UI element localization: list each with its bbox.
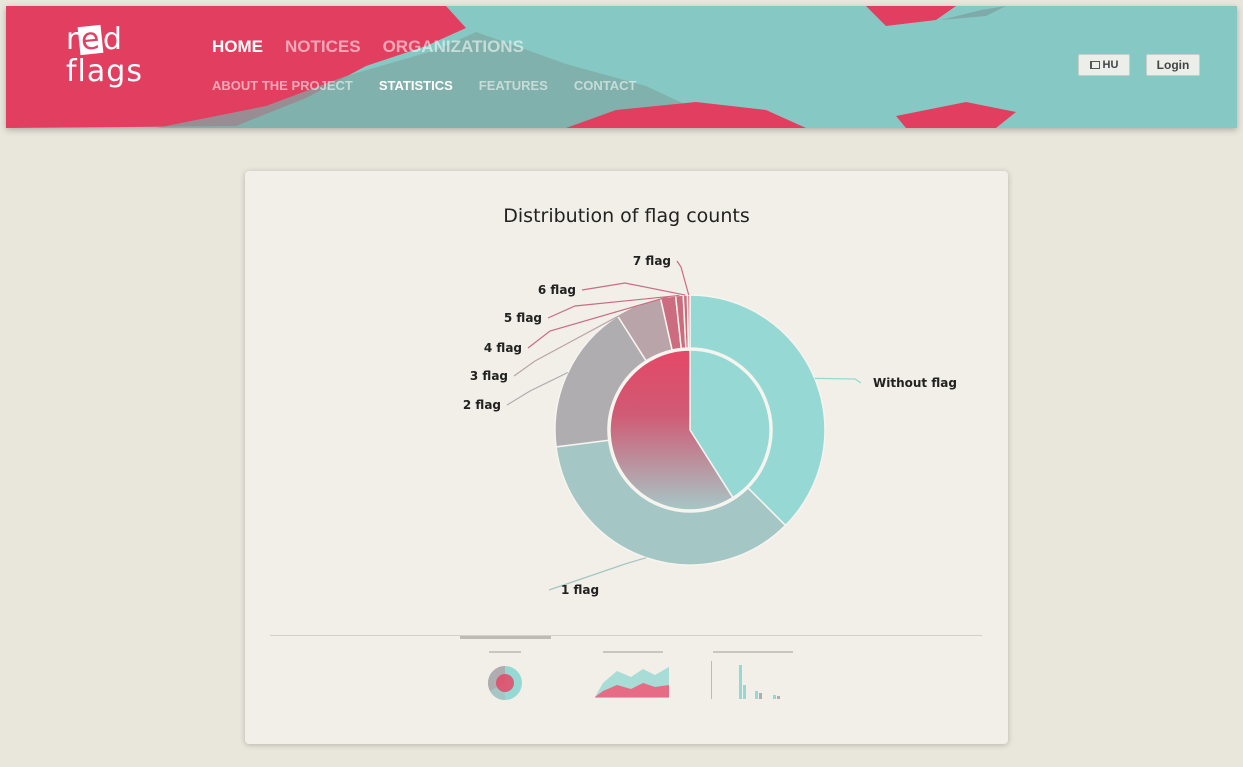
chart-card: Distribution of flag counts Without flag… xyxy=(245,171,1008,744)
flag-icon xyxy=(1089,61,1100,69)
nav-about-project[interactable]: ABOUT THE PROJECT xyxy=(212,78,353,93)
slice-label-6-flag: 6 flag xyxy=(538,283,576,297)
nav-home[interactable]: HOME xyxy=(212,37,263,57)
logo-line2: flags xyxy=(66,54,143,89)
nav-notices[interactable]: NOTICES xyxy=(285,37,361,57)
logo-line1: red xyxy=(66,21,123,58)
slice-label-4-flag: 4 flag xyxy=(484,341,522,355)
slice-label-7-flag: 7 flag xyxy=(633,254,671,268)
nav-contact[interactable]: CONTACT xyxy=(574,78,637,93)
donut-chart: Without flag 1 flag 2 flag 3 flag 4 flag 5 fl… xyxy=(463,254,957,597)
leader-line-7-flag xyxy=(676,260,690,296)
thumbnail-flag-types[interactable] xyxy=(703,647,803,711)
carousel-active-indicator xyxy=(460,636,551,639)
slice-label-without-flag: Without flag xyxy=(873,376,957,390)
site-header: red flags HOME NOTICES ORGANIZATIONS ABO… xyxy=(6,6,1237,128)
logo[interactable]: red flags xyxy=(66,21,166,104)
slice-label-3-flag: 3 flag xyxy=(470,369,508,383)
login-button[interactable]: Login xyxy=(1146,54,1200,76)
slice-label-5-flag: 5 flag xyxy=(504,311,542,325)
outer-slice-7-flag[interactable] xyxy=(686,294,691,349)
thumbnail-flagged-notices[interactable] xyxy=(583,647,683,711)
main-nav: HOME NOTICES ORGANIZATIONS xyxy=(212,37,524,57)
login-label: Login xyxy=(1156,58,1190,72)
leader-line-6-flag xyxy=(581,282,686,296)
language-label: HU xyxy=(1102,59,1119,71)
nav-organizations[interactable]: ORGANIZATIONS xyxy=(383,37,524,57)
carousel-divider xyxy=(270,635,982,636)
language-button[interactable]: HU xyxy=(1078,54,1130,76)
slice-label-2-flag: 2 flag xyxy=(463,398,501,412)
nav-statistics[interactable]: STATISTICS xyxy=(379,78,453,93)
slice-label-1-flag: 1 flag xyxy=(561,583,599,597)
thumbnail-flag-distribution[interactable] xyxy=(475,647,535,711)
header-background xyxy=(6,6,1237,128)
leader-line-without-flag xyxy=(814,377,862,384)
sub-nav: ABOUT THE PROJECT STATISTICS FEATURES CO… xyxy=(212,78,636,93)
nav-features[interactable]: FEATURES xyxy=(479,78,548,93)
